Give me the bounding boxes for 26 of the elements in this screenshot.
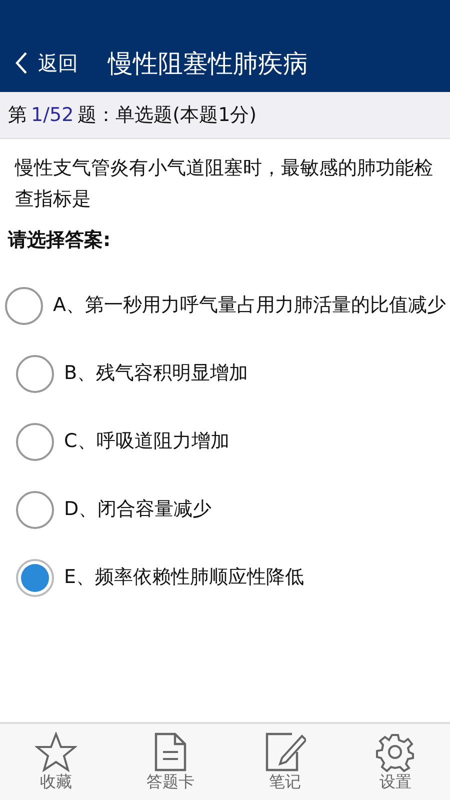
radio-button[interactable]: [16, 423, 54, 461]
radio-button[interactable]: [16, 355, 54, 393]
radio-button[interactable]: [16, 559, 54, 597]
note-edit-icon: [264, 732, 306, 772]
option-label[interactable]: C、呼吸道阻力增加: [64, 425, 230, 457]
document-icon: [153, 732, 188, 772]
tab-item[interactable]: 答题卡: [146, 732, 194, 792]
page-title: 慢性阻塞性肺疾病: [108, 48, 308, 80]
tab-item[interactable]: 笔记: [264, 732, 306, 792]
radio-button[interactable]: [5, 287, 43, 325]
question-type: 题：单选题(本题1分): [78, 104, 257, 126]
option-label[interactable]: A、第一秒用力呼气量占用力肺活量的比值减少: [53, 289, 446, 321]
question-counter: 1/52: [31, 104, 74, 126]
tab-item[interactable]: 收藏: [34, 732, 77, 792]
settings-icon: [375, 732, 416, 772]
radio-button[interactable]: [16, 491, 54, 529]
question-text: 慢性支气管炎有小气道阻塞时，最敏感的肺功能检查指标是: [14, 156, 434, 212]
answer-prompt: 请选择答案:: [6, 228, 112, 253]
chevron-left-icon[interactable]: [14, 51, 28, 75]
option-label[interactable]: D、闭合容量减少: [64, 493, 212, 525]
back-button[interactable]: 返回: [14, 50, 78, 76]
question-label: 第: [8, 104, 27, 126]
tab-item[interactable]: 设置: [375, 732, 416, 792]
star-icon: [34, 732, 77, 772]
option-label[interactable]: E、频率依赖性肺顺应性降低: [64, 561, 304, 593]
option-label[interactable]: B、残气容积明显增加: [64, 357, 248, 389]
